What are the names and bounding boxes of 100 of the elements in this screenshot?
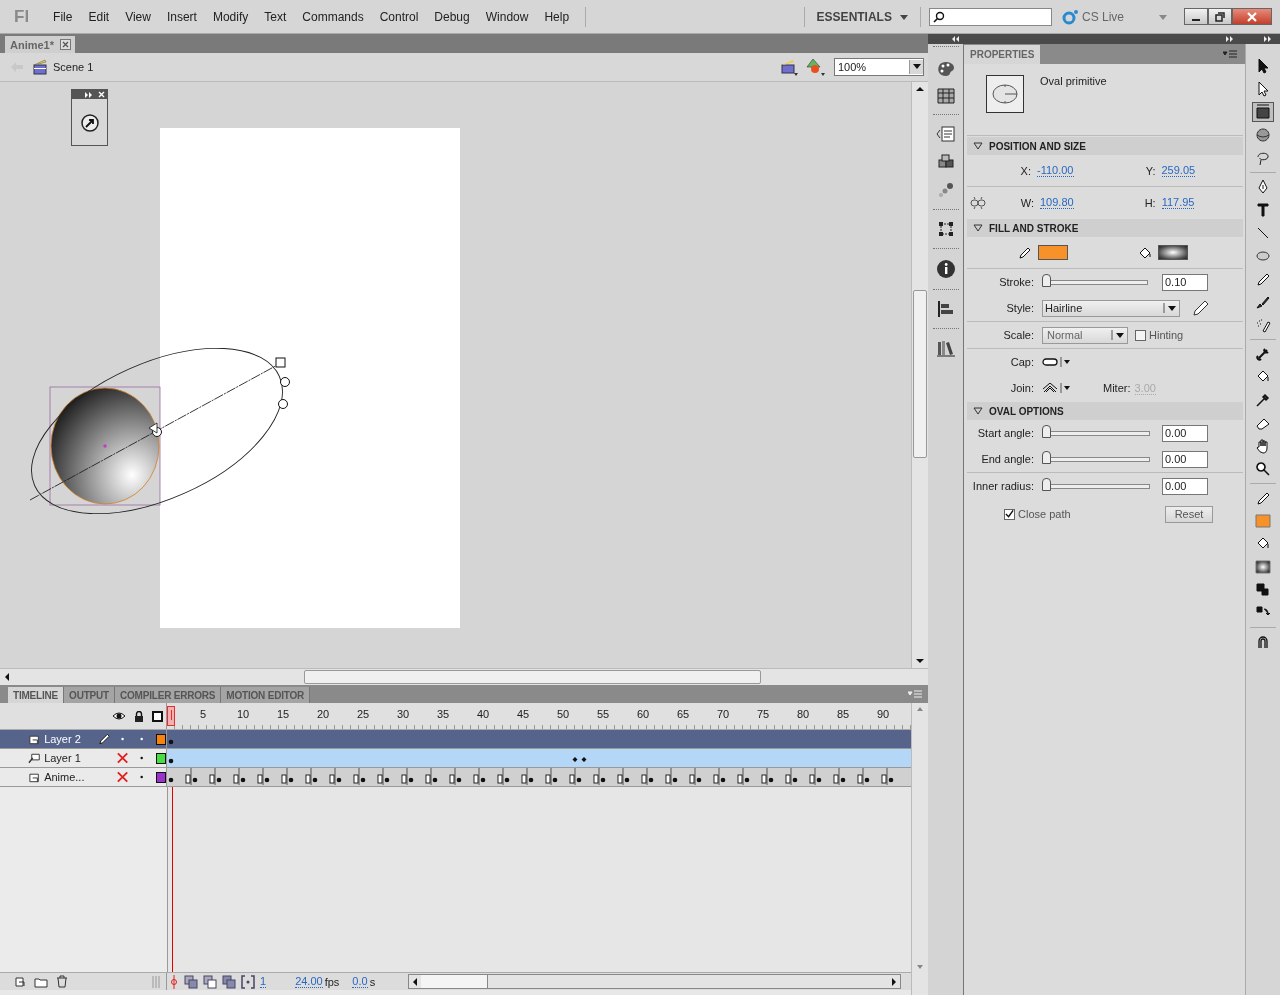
- menu-item[interactable]: Debug: [426, 9, 478, 24]
- frame-number: 50: [555, 708, 571, 720]
- menu-item[interactable]: View: [117, 9, 159, 24]
- close-path-checkbox[interactable]: [1004, 508, 1015, 520]
- slider-thumb[interactable]: [1042, 477, 1051, 491]
- library-icon[interactable]: [935, 339, 956, 357]
- onion-outline-icon[interactable]: [203, 974, 217, 989]
- disclosure-triangle-icon[interactable]: [973, 407, 983, 415]
- disclosure-triangle-icon[interactable]: [973, 142, 983, 150]
- hinting-checkbox[interactable]: [1135, 329, 1146, 341]
- menu-item[interactable]: Text: [256, 9, 295, 24]
- layer-row[interactable]: Layer 2: [0, 730, 167, 748]
- value-field[interactable]: 0.00: [1162, 477, 1208, 495]
- panel-menu-icon[interactable]: [1223, 50, 1237, 58]
- menu-item[interactable]: Window: [477, 9, 537, 24]
- scrollbar-thumb[interactable]: [913, 290, 927, 458]
- restore-button[interactable]: [1208, 8, 1232, 25]
- menu-item[interactable]: Control: [371, 9, 427, 24]
- w-value[interactable]: 109.80: [1040, 196, 1074, 209]
- fps-value[interactable]: 24.00: [295, 975, 323, 988]
- outline-icon[interactable]: [152, 710, 163, 722]
- minimize-button[interactable]: [1184, 8, 1208, 25]
- outline-color-square[interactable]: [155, 752, 166, 764]
- cs-live-link[interactable]: CS Live: [1081, 9, 1124, 24]
- stroke-color-swatch[interactable]: [1038, 245, 1068, 260]
- onion-markers-icon[interactable]: [241, 974, 255, 989]
- menu-item[interactable]: Help: [536, 9, 578, 24]
- eye-icon[interactable]: [112, 711, 126, 721]
- info-icon[interactable]: [935, 259, 956, 279]
- section-header[interactable]: FILL AND STROKE: [967, 219, 1243, 237]
- transform-icon[interactable]: [936, 220, 955, 238]
- stroke-field[interactable]: 0.10: [1162, 273, 1208, 291]
- expand-icon[interactable]: [1264, 36, 1274, 42]
- section-header[interactable]: POSITION AND SIZE: [967, 137, 1243, 155]
- y-value[interactable]: 259.05: [1161, 164, 1196, 177]
- components-icon[interactable]: [936, 153, 955, 171]
- reset-button[interactable]: Reset: [1165, 505, 1213, 523]
- scrollbar-thumb[interactable]: [304, 670, 761, 684]
- expand-icon[interactable]: [1226, 36, 1236, 42]
- slider-thumb[interactable]: [1042, 424, 1051, 438]
- swatches-icon[interactable]: [936, 88, 955, 104]
- chain-link-icon[interactable]: [970, 195, 986, 210]
- current-frame-value[interactable]: 1: [260, 975, 267, 988]
- workspace-switcher[interactable]: ESSENTIALS: [812, 9, 912, 24]
- close-button[interactable]: [1232, 8, 1272, 25]
- code-page-icon[interactable]: [935, 125, 956, 143]
- resize-grip-icon[interactable]: [152, 975, 160, 988]
- value-field[interactable]: 0.00: [1162, 450, 1208, 468]
- transform-panel-icon[interactable]: [79, 113, 100, 133]
- close-icon[interactable]: [60, 39, 72, 50]
- edit-scene-icon[interactable]: [780, 58, 798, 76]
- search-field[interactable]: [928, 7, 1052, 26]
- zoom-dropdown[interactable]: 100%: [834, 58, 924, 76]
- cap-dropdown[interactable]: [1042, 357, 1072, 367]
- stroke-label: Stroke:: [998, 276, 1034, 288]
- scrollbar-thumb[interactable]: [421, 975, 489, 988]
- align-icon[interactable]: [936, 300, 955, 318]
- outline-color-square[interactable]: [155, 771, 166, 783]
- value-field[interactable]: 0.00: [1162, 424, 1208, 442]
- collapse-icon[interactable]: [952, 36, 962, 42]
- section-header[interactable]: OVAL OPTIONS: [967, 402, 1243, 420]
- menu-item[interactable]: File: [45, 9, 81, 24]
- h-value[interactable]: 117.95: [1161, 196, 1195, 209]
- menu-item[interactable]: Modify: [204, 9, 257, 24]
- scale-dropdown[interactable]: Normal: [1042, 326, 1128, 344]
- edit-symbols-icon[interactable]: [806, 58, 826, 76]
- folder-icon[interactable]: [34, 975, 48, 988]
- menu-item[interactable]: Commands: [294, 9, 372, 24]
- trash-icon[interactable]: [56, 975, 68, 988]
- onion-skin-icon[interactable]: [184, 974, 198, 989]
- expand-icon[interactable]: [85, 91, 95, 98]
- hidden-x-icon[interactable]: [116, 752, 130, 764]
- motion-presets-icon[interactable]: [936, 181, 955, 199]
- center-frame-icon[interactable]: [169, 974, 179, 989]
- edit-multiple-frames-icon[interactable]: [222, 974, 236, 989]
- x-value[interactable]: -110.00: [1037, 164, 1074, 177]
- style-dropdown[interactable]: Hairline: [1042, 299, 1180, 317]
- new-layer-icon[interactable]: [14, 975, 26, 988]
- join-dropdown[interactable]: [1042, 383, 1072, 393]
- slider-thumb[interactable]: [1042, 450, 1051, 464]
- layer-name[interactable]: Layer 1: [44, 752, 93, 764]
- palette-icon[interactable]: [935, 60, 956, 78]
- stroke-color-tool[interactable]: [1252, 511, 1274, 531]
- hidden-x-icon[interactable]: [116, 771, 130, 783]
- edit-stroke-pencil-icon[interactable]: [1192, 299, 1210, 317]
- fill-color-swatch[interactable]: [1158, 245, 1188, 260]
- layer-name[interactable]: Layer 2: [44, 733, 93, 745]
- properties-tab[interactable]: PROPERTIES: [964, 45, 1041, 64]
- disclosure-triangle-icon[interactable]: [973, 224, 983, 232]
- fill-color-tool[interactable]: [1252, 557, 1274, 577]
- menu-item[interactable]: Edit: [80, 9, 118, 24]
- layer-name[interactable]: Anime...: [44, 771, 93, 783]
- slider-thumb[interactable]: [1042, 273, 1051, 287]
- document-tab[interactable]: Anime1*: [5, 36, 76, 53]
- elapsed-time-value[interactable]: 0.0: [352, 975, 368, 988]
- transform-tool[interactable]: [1252, 102, 1274, 122]
- outline-color-square[interactable]: [155, 733, 166, 745]
- menu-item[interactable]: Insert: [158, 9, 205, 24]
- panel-tab[interactable]: TIMELINE: [8, 687, 65, 703]
- lock-icon[interactable]: [134, 710, 144, 722]
